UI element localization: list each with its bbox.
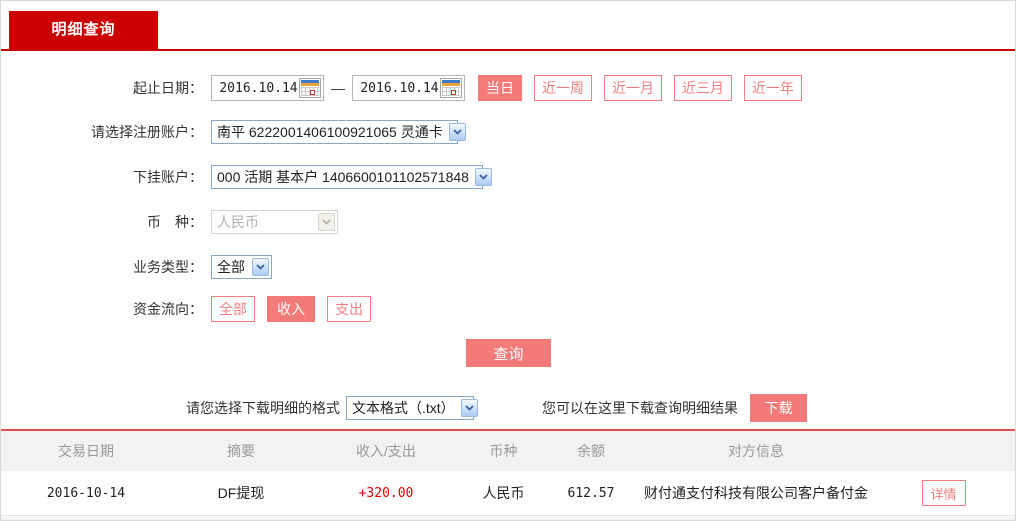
registered-account-label: 请选择注册账户： (91, 124, 203, 140)
registered-account-row: 请选择注册账户： 南平 6222001406100921065 灵通卡 (1, 119, 466, 145)
cell-summary: DF提现 (217, 485, 265, 501)
download-hint: 您可以在这里下载查询明细结果 (542, 400, 738, 416)
sub-account-label: 下挂账户： (133, 169, 203, 185)
date-from-input[interactable]: 2016.10.14 (211, 75, 324, 101)
business-type-select[interactable]: 全部 (211, 255, 272, 279)
calendar-icon[interactable] (440, 78, 462, 98)
download-format-label: 请您选择下载明细的格式 (186, 400, 340, 416)
currency-value: 人民币 (217, 214, 259, 230)
quick-range-quarter-button[interactable]: 近三月 (674, 75, 732, 101)
bottom-strip (1, 517, 1015, 520)
date-range-label: 起止日期： (133, 80, 203, 96)
chevron-down-icon[interactable] (252, 258, 269, 276)
fund-flow-row: 资金流向： 全部 收入 支出 (1, 296, 371, 322)
tab-detail-query[interactable]: 明细查询 (9, 11, 158, 49)
quick-range-month-button[interactable]: 近一月 (604, 75, 662, 101)
cell-counterparty: 财付通支付科技有限公司客户备付金 (644, 485, 868, 501)
cell-amount: +320.00 (358, 485, 414, 501)
download-format-value: 文本格式（.txt） (352, 400, 455, 416)
registered-account-select[interactable]: 南平 6222001406100921065 灵通卡 (211, 120, 466, 144)
date-range-row: 起止日期： 2016.10.14 — 2016.10.14 当日 近一周 近一月… (1, 75, 802, 101)
business-type-row: 业务类型： 全部 (1, 254, 272, 280)
currency-label: 币 种： (147, 214, 203, 230)
download-row: 请您选择下载明细的格式 文本格式（.txt） 您可以在这里下载查询明细结果 下载 (1, 394, 1015, 422)
header-income-expense: 收入/支出 (356, 443, 416, 459)
query-button[interactable]: 查询 (466, 339, 551, 367)
quick-range-week-button[interactable]: 近一周 (534, 75, 592, 101)
tab-underline (1, 49, 1015, 51)
quick-range-today-button[interactable]: 当日 (478, 75, 522, 101)
header-trade-date: 交易日期 (58, 443, 114, 459)
fund-flow-all-button[interactable]: 全部 (211, 296, 255, 322)
table-header-row: 交易日期 摘要 收入/支出 币种 余额 对方信息 (1, 431, 1015, 471)
header-counterparty: 对方信息 (728, 443, 784, 459)
table-row: 2016-10-14 DF提现 +320.00 人民币 612.57 财付通支付… (1, 471, 1015, 516)
cell-trade-date: 2016-10-14 (46, 485, 126, 501)
download-format-select[interactable]: 文本格式（.txt） (346, 396, 478, 420)
chevron-down-icon (318, 213, 335, 231)
quick-range-year-button[interactable]: 近一年 (744, 75, 802, 101)
currency-select: 人民币 (211, 210, 338, 234)
fund-flow-label: 资金流向： (133, 301, 203, 317)
chevron-down-icon[interactable] (460, 399, 478, 417)
business-type-value: 全部 (217, 259, 245, 275)
cell-balance: 612.57 (567, 485, 615, 501)
detail-query-page: 明细查询 起止日期： 2016.10.14 — 2016.10.14 当日 近一… (0, 0, 1016, 521)
cell-currency: 人民币 (482, 485, 525, 501)
date-range-dash: — (331, 80, 345, 96)
calendar-icon[interactable] (299, 78, 321, 98)
fund-flow-income-button[interactable]: 收入 (267, 296, 315, 322)
sub-account-value: 000 活期 基本户 1406600101102571848 (217, 169, 469, 185)
sub-account-row: 下挂账户： 000 活期 基本户 1406600101102571848 (1, 164, 492, 190)
detail-button[interactable]: 详情 (921, 480, 966, 506)
fund-flow-expense-button[interactable]: 支出 (327, 296, 371, 322)
registered-account-value: 南平 6222001406100921065 灵通卡 (217, 124, 443, 140)
currency-row: 币 种： 人民币 (1, 209, 338, 235)
date-from-value[interactable]: 2016.10.14 (218, 81, 299, 96)
sub-account-select[interactable]: 000 活期 基本户 1406600101102571848 (211, 165, 492, 189)
date-to-input[interactable]: 2016.10.14 (352, 75, 465, 101)
chevron-down-icon[interactable] (448, 123, 466, 141)
date-to-value[interactable]: 2016.10.14 (359, 81, 440, 96)
header-balance: 余额 (577, 443, 605, 459)
download-button[interactable]: 下载 (750, 394, 807, 422)
header-currency: 币种 (489, 443, 518, 459)
business-type-label: 业务类型： (133, 259, 203, 275)
header-summary: 摘要 (227, 443, 255, 459)
chevron-down-icon[interactable] (474, 168, 492, 186)
